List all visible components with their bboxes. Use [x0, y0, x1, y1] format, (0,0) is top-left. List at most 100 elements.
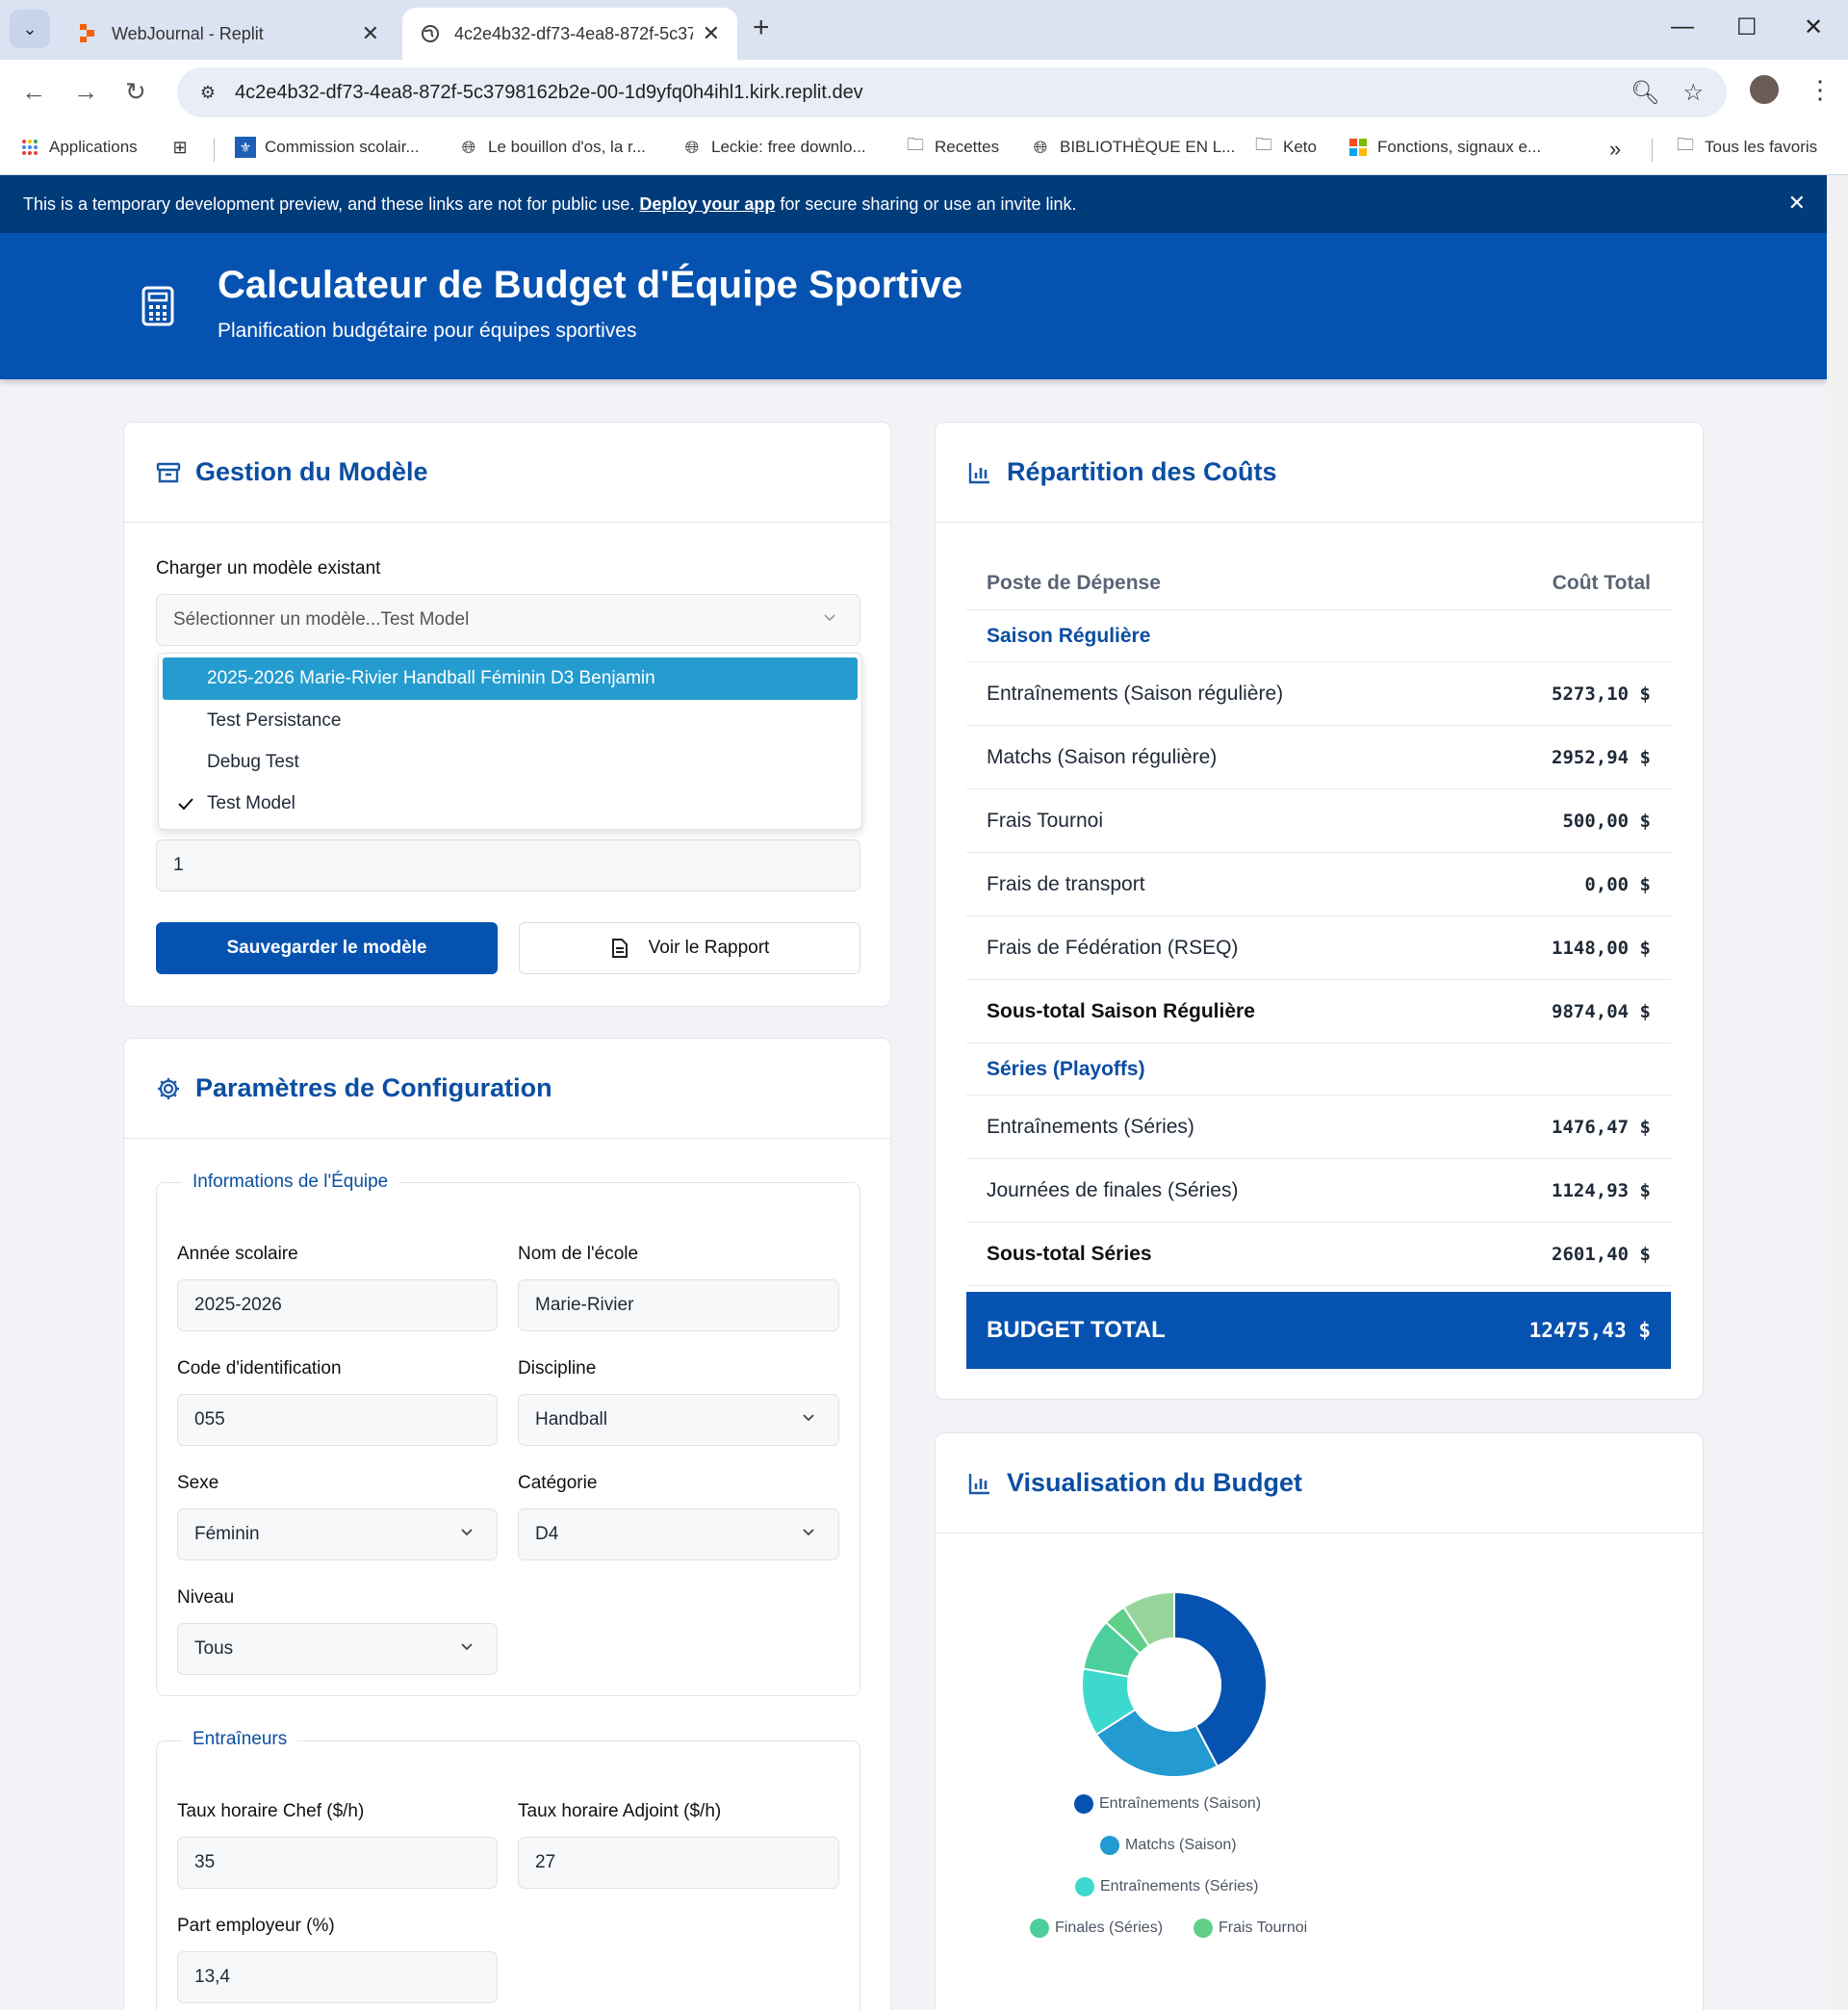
chevron-down-icon — [803, 1529, 814, 1536]
page-scrollbar[interactable] — [1827, 175, 1848, 2010]
page-title: Calculateur de Budget d'Équipe Sportive — [218, 264, 963, 306]
bookmark-bibliotheque[interactable]: 🌐︎ BIBLIOTHÈQUE EN L... — [1030, 137, 1236, 158]
apps-grid-icon — [19, 137, 40, 158]
table-row: Matchs (Saison régulière) 2952,94 $ — [966, 726, 1671, 789]
bookmark-commission[interactable]: ⚜ Commission scolair... — [235, 137, 420, 158]
dropdown-option[interactable]: 2025-2026 Marie-Rivier Handball Féminin … — [163, 657, 858, 700]
category-select[interactable]: D4 — [518, 1508, 839, 1560]
bookmark-keto[interactable]: 🗀 Keto — [1253, 135, 1317, 158]
zoom-icon[interactable]: 🔍︎ — [1630, 79, 1659, 107]
budget-donut-chart — [1081, 1590, 1268, 1778]
replit-icon — [77, 23, 98, 44]
new-tab-button[interactable]: + — [753, 12, 770, 44]
address-bar[interactable]: ⚙ 4c2e4b32-df73-4ea8-872f-5c3798162b2e-0… — [177, 67, 1727, 117]
minimize-icon[interactable]: — — [1671, 13, 1694, 40]
legend-item[interactable]: Entraînements (Saison) — [1074, 1794, 1261, 1814]
legend-item[interactable]: Matchs (Saison) — [1100, 1836, 1237, 1855]
asst-rate-input[interactable]: 27 — [518, 1837, 839, 1889]
tab-search-button[interactable]: ⌄ — [10, 10, 50, 48]
subtotal-row: Sous-total Séries 2601,40 $ — [966, 1223, 1671, 1286]
url-text[interactable]: 4c2e4b32-df73-4ea8-872f-5c3798162b2e-00-… — [235, 82, 1630, 104]
table-row: Frais de Fédération (RSEQ) 1148,00 $ — [966, 916, 1671, 980]
fleur-icon: ⚜ — [235, 137, 256, 158]
employer-label: Part employeur (%) — [177, 1916, 335, 1936]
tab-active[interactable]: 4c2e4b32-df73-4ea8-872f-5c3798162b2e-00-… — [402, 8, 737, 60]
card-title: Gestion du Modèle — [195, 457, 428, 486]
bookmark-star-icon[interactable]: ☆ — [1682, 79, 1704, 107]
menu-icon[interactable]: ⋮ — [1808, 75, 1833, 105]
deploy-link[interactable]: Deploy your app — [639, 194, 775, 215]
close-tab-icon[interactable]: ✕ — [703, 21, 720, 46]
bookmark-applications[interactable]: Applications — [19, 137, 138, 158]
legend-item[interactable]: Frais Tournoi — [1194, 1919, 1307, 1938]
close-banner-icon[interactable]: ✕ — [1788, 191, 1806, 216]
tab-title: WebJournal - Replit — [112, 23, 264, 43]
table-row: Journées de finales (Séries) 1124,93 $ — [966, 1159, 1671, 1223]
globe-icon: 🌐︎ — [1033, 137, 1048, 157]
tab-webjournal[interactable]: WebJournal - Replit ✕ — [60, 8, 397, 60]
load-model-label: Charger un modèle existant — [156, 558, 381, 579]
forward-icon[interactable]: → — [73, 77, 98, 107]
save-model-button[interactable]: Sauvegarder le modèle — [156, 922, 498, 974]
tab-bar: ⌄ WebJournal - Replit ✕ 4c2e4b32-df73-4e… — [0, 0, 1848, 60]
folder-icon: 🗀 — [907, 135, 924, 154]
gear-icon — [158, 1077, 179, 1099]
bookmarks-bar: Applications ⊞ ⚜ Commission scolair... 🌐︎… — [0, 125, 1848, 175]
calculator-icon — [141, 286, 174, 326]
dropdown-option[interactable]: Debug Test — [163, 741, 858, 784]
back-icon[interactable]: ← — [21, 77, 46, 107]
table-row: Entraînements (Saison régulière) 5273,10 … — [966, 662, 1671, 726]
bookmark-recettes[interactable]: 🗀 Recettes — [905, 135, 999, 158]
table-header: Poste de Dépense Coût Total — [966, 547, 1671, 610]
chevron-down-icon — [803, 1414, 814, 1422]
head-rate-input[interactable]: 35 — [177, 1837, 498, 1889]
level-select[interactable]: Tous — [177, 1623, 498, 1675]
chevron-down-icon — [461, 1643, 473, 1651]
select-value: Test Model — [380, 609, 470, 630]
preview-banner: This is a temporary development preview,… — [0, 175, 1827, 233]
all-bookmarks[interactable]: 🗀 Tous les favoris — [1675, 135, 1817, 158]
bookmark-fonctions[interactable]: Fonctions, signaux e... — [1348, 137, 1541, 158]
employer-input[interactable]: 13,4 — [177, 1951, 498, 2003]
bar-chart-icon — [968, 1473, 989, 1494]
close-window-icon[interactable]: ✕ — [1804, 13, 1823, 41]
maximize-icon[interactable]: ☐ — [1736, 13, 1758, 41]
tab-groups-icon[interactable]: ⊞ — [169, 137, 199, 158]
coaches-legend: Entraîneurs — [182, 1729, 298, 1750]
reload-icon[interactable]: ↻ — [125, 77, 146, 107]
sex-select[interactable]: Féminin — [177, 1508, 498, 1560]
bookmark-leckie[interactable]: 🌐︎ Leckie: free downlo... — [681, 137, 866, 158]
legend-item[interactable]: Entraînements (Séries) — [1075, 1877, 1259, 1896]
browser-chrome: ⌄ WebJournal - Replit ✕ 4c2e4b32-df73-4e… — [0, 0, 1848, 175]
view-report-button[interactable]: Voir le Rapport — [519, 922, 860, 974]
model-dropdown-list: 2025-2026 Marie-Rivier Handball Féminin … — [158, 653, 862, 830]
discipline-select[interactable]: Handball — [518, 1394, 839, 1446]
table-row: Entraînements (Séries) 1476,47 $ — [966, 1095, 1671, 1159]
model-name-input[interactable]: 1 — [156, 839, 860, 891]
bar-chart-icon — [968, 462, 989, 483]
asst-rate-label: Taux horaire Adjoint ($/h) — [518, 1801, 722, 1821]
code-label: Code d'identification — [177, 1358, 342, 1379]
year-input[interactable]: 2025-2026 — [177, 1279, 498, 1331]
tab-title: 4c2e4b32-df73-4ea8-872f-5c3798162b2e-00-… — [454, 23, 693, 43]
site-info-icon[interactable]: ⚙ — [189, 73, 227, 112]
bookmark-bouillon[interactable]: 🌐︎ Le bouillon d'os, la r... — [458, 137, 646, 158]
chevron-down-icon — [824, 614, 835, 622]
dropdown-option-selected[interactable]: Test Model — [163, 783, 858, 825]
code-input[interactable]: 055 — [177, 1394, 498, 1446]
school-input[interactable]: Marie-Rivier — [518, 1279, 839, 1331]
profile-avatar[interactable] — [1748, 73, 1781, 106]
page-subtitle: Planification budgétaire pour équipes sp… — [218, 320, 637, 342]
app-header: Calculateur de Budget d'Équipe Sportive … — [0, 233, 1827, 379]
bookmarks-overflow-icon[interactable]: » — [1609, 137, 1621, 162]
category-label: Catégorie — [518, 1473, 598, 1493]
document-icon — [611, 939, 628, 958]
chevron-down-icon — [461, 1529, 473, 1536]
folder-icon: 🗀 — [1677, 135, 1694, 154]
card-title: Répartition des Coûts — [1007, 457, 1277, 486]
legend-item[interactable]: Finales (Séries) — [1030, 1919, 1163, 1938]
dropdown-option[interactable]: Test Persistance — [163, 700, 858, 742]
discipline-label: Discipline — [518, 1358, 597, 1379]
close-tab-icon[interactable]: ✕ — [362, 21, 379, 46]
model-select[interactable]: Sélectionner un modèle... Test Model — [156, 594, 860, 646]
